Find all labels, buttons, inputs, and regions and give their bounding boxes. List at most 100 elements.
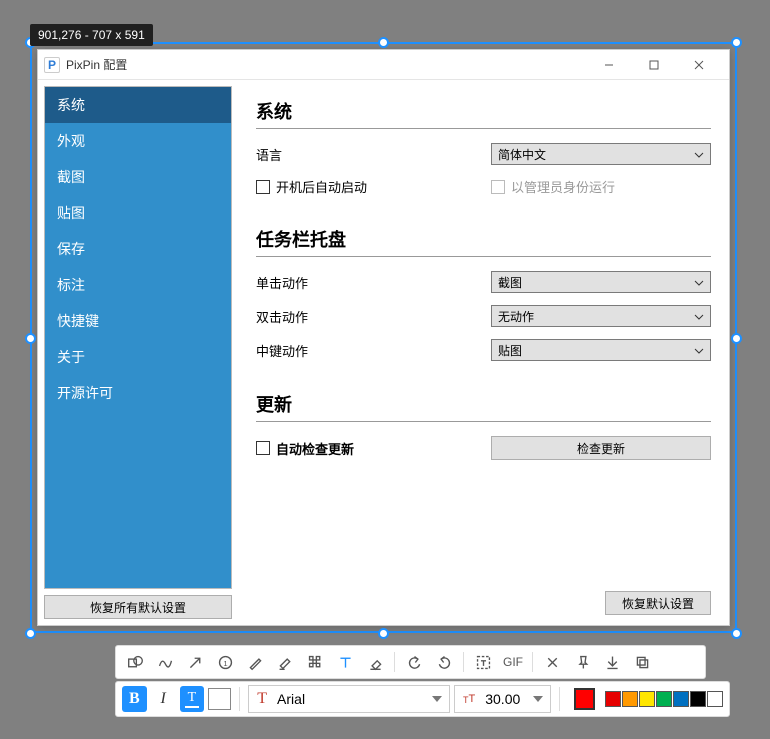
- sidebar-item-appearance[interactable]: 外观: [45, 123, 231, 159]
- click-action-label: 单击动作: [256, 273, 491, 292]
- capture-coords-badge: 901,276 - 707 x 591: [30, 24, 153, 46]
- italic-button[interactable]: I: [151, 686, 176, 712]
- resize-handle-s[interactable]: [378, 628, 389, 639]
- redo-button[interactable]: [429, 648, 459, 676]
- text-tool[interactable]: [330, 648, 360, 676]
- sidebar-item-save[interactable]: 保存: [45, 231, 231, 267]
- chevron-down-icon: [533, 696, 543, 702]
- resize-handle-se[interactable]: [731, 628, 742, 639]
- auto-update-label: 自动检查更新: [276, 439, 354, 458]
- sidebar-nav: 系统 外观 截图 贴图 保存 标注 快捷键 关于 开源许可: [44, 86, 232, 589]
- divider: [256, 421, 711, 422]
- divider: [256, 128, 711, 129]
- autostart-checkbox[interactable]: [256, 180, 270, 194]
- auto-update-checkbox[interactable]: [256, 441, 270, 455]
- sidebar: 系统 外观 截图 贴图 保存 标注 快捷键 关于 开源许可 恢复所有默认设置: [38, 80, 238, 625]
- midclick-action-select[interactable]: 贴图: [491, 339, 711, 361]
- color-swatch-green[interactable]: [656, 691, 672, 707]
- color-swatch-blue[interactable]: [673, 691, 689, 707]
- font-icon: T: [257, 690, 267, 708]
- pin-button[interactable]: [567, 648, 597, 676]
- main-panel: 系统 语言 简体中文 开机后自动启动 以管理员身份运行 任务栏: [238, 80, 729, 625]
- color-palette: [605, 691, 723, 707]
- pencil-tool[interactable]: [240, 648, 270, 676]
- settings-window: P PixPin 配置 系统 外观 截图 贴图 保存 标注 快捷键: [37, 49, 730, 626]
- restore-all-defaults-button[interactable]: 恢复所有默认设置: [44, 595, 232, 619]
- gif-button[interactable]: GIF: [498, 648, 528, 676]
- section-title-tray: 任务栏托盘: [256, 226, 711, 252]
- divider: [256, 256, 711, 257]
- arrow-tool[interactable]: [180, 648, 210, 676]
- midclick-action-value: 贴图: [498, 342, 522, 359]
- run-as-admin-label: 以管理员身份运行: [511, 177, 615, 196]
- chevron-down-icon: [694, 147, 704, 161]
- number-tool[interactable]: 1: [210, 648, 240, 676]
- copy-button[interactable]: [627, 648, 657, 676]
- sidebar-item-screenshot[interactable]: 截图: [45, 159, 231, 195]
- dblclick-action-select[interactable]: 无动作: [491, 305, 711, 327]
- fill-color-button[interactable]: [208, 688, 231, 710]
- color-swatch-red[interactable]: [605, 691, 621, 707]
- sidebar-item-about[interactable]: 关于: [45, 339, 231, 375]
- click-action-value: 截图: [498, 274, 522, 291]
- dblclick-action-value: 无动作: [498, 308, 534, 325]
- chevron-down-icon: [694, 343, 704, 357]
- section-title-update: 更新: [256, 391, 711, 417]
- save-button[interactable]: [597, 648, 627, 676]
- sidebar-item-annotate[interactable]: 标注: [45, 267, 231, 303]
- check-update-button[interactable]: 检查更新: [491, 436, 711, 460]
- color-swatch-yellow[interactable]: [639, 691, 655, 707]
- annotation-toolbar: 1 GIF: [115, 645, 706, 679]
- close-button[interactable]: [676, 51, 721, 79]
- sidebar-item-license[interactable]: 开源许可: [45, 375, 231, 411]
- sidebar-item-shortcuts[interactable]: 快捷键: [45, 303, 231, 339]
- language-select[interactable]: 简体中文: [491, 143, 711, 165]
- chevron-down-icon: [432, 696, 442, 702]
- font-value: Arial: [277, 691, 305, 707]
- language-label: 语言: [256, 145, 491, 164]
- chevron-down-icon: [694, 309, 704, 323]
- bold-button[interactable]: B: [122, 686, 147, 712]
- font-select[interactable]: T Arial: [248, 685, 450, 713]
- language-value: 简体中文: [498, 146, 546, 163]
- minimize-button[interactable]: [586, 51, 631, 79]
- svg-text:1: 1: [223, 658, 227, 667]
- shape-tool[interactable]: [120, 648, 150, 676]
- toolbar-separator: [463, 652, 464, 672]
- undo-button[interactable]: [399, 648, 429, 676]
- font-size-icon: TT: [463, 693, 475, 705]
- ocr-button[interactable]: [468, 648, 498, 676]
- color-swatch-orange[interactable]: [622, 691, 638, 707]
- run-as-admin-checkbox: [491, 180, 505, 194]
- color-swatch-black[interactable]: [690, 691, 706, 707]
- highlighter-tool[interactable]: [270, 648, 300, 676]
- window-title: PixPin 配置: [66, 56, 127, 73]
- maximize-button[interactable]: [631, 51, 676, 79]
- color-swatch-white[interactable]: [707, 691, 723, 707]
- sidebar-item-pintop[interactable]: 贴图: [45, 195, 231, 231]
- click-action-select[interactable]: 截图: [491, 271, 711, 293]
- autostart-label: 开机后自动启动: [276, 177, 367, 196]
- resize-handle-ne[interactable]: [731, 37, 742, 48]
- toolbar-separator: [394, 652, 395, 672]
- font-size-value: 30.00: [485, 691, 520, 707]
- app-icon: P: [44, 57, 60, 73]
- toolbar-separator: [559, 687, 560, 711]
- toolbar-separator: [532, 652, 533, 672]
- eraser-tool[interactable]: [360, 648, 390, 676]
- resize-handle-n[interactable]: [378, 37, 389, 48]
- mosaic-tool[interactable]: [300, 648, 330, 676]
- titlebar[interactable]: P PixPin 配置: [38, 50, 729, 80]
- font-size-select[interactable]: TT 30.00: [454, 685, 551, 713]
- chevron-down-icon: [694, 275, 704, 289]
- resize-handle-w[interactable]: [25, 333, 36, 344]
- resize-handle-e[interactable]: [731, 333, 742, 344]
- text-color-button[interactable]: T: [180, 686, 205, 712]
- freehand-tool[interactable]: [150, 648, 180, 676]
- resize-handle-sw[interactable]: [25, 628, 36, 639]
- cancel-button[interactable]: [537, 648, 567, 676]
- sidebar-item-system[interactable]: 系统: [45, 87, 231, 123]
- restore-default-button[interactable]: 恢复默认设置: [605, 591, 711, 615]
- toolbar-separator: [239, 687, 240, 711]
- current-color-swatch[interactable]: [574, 688, 595, 710]
